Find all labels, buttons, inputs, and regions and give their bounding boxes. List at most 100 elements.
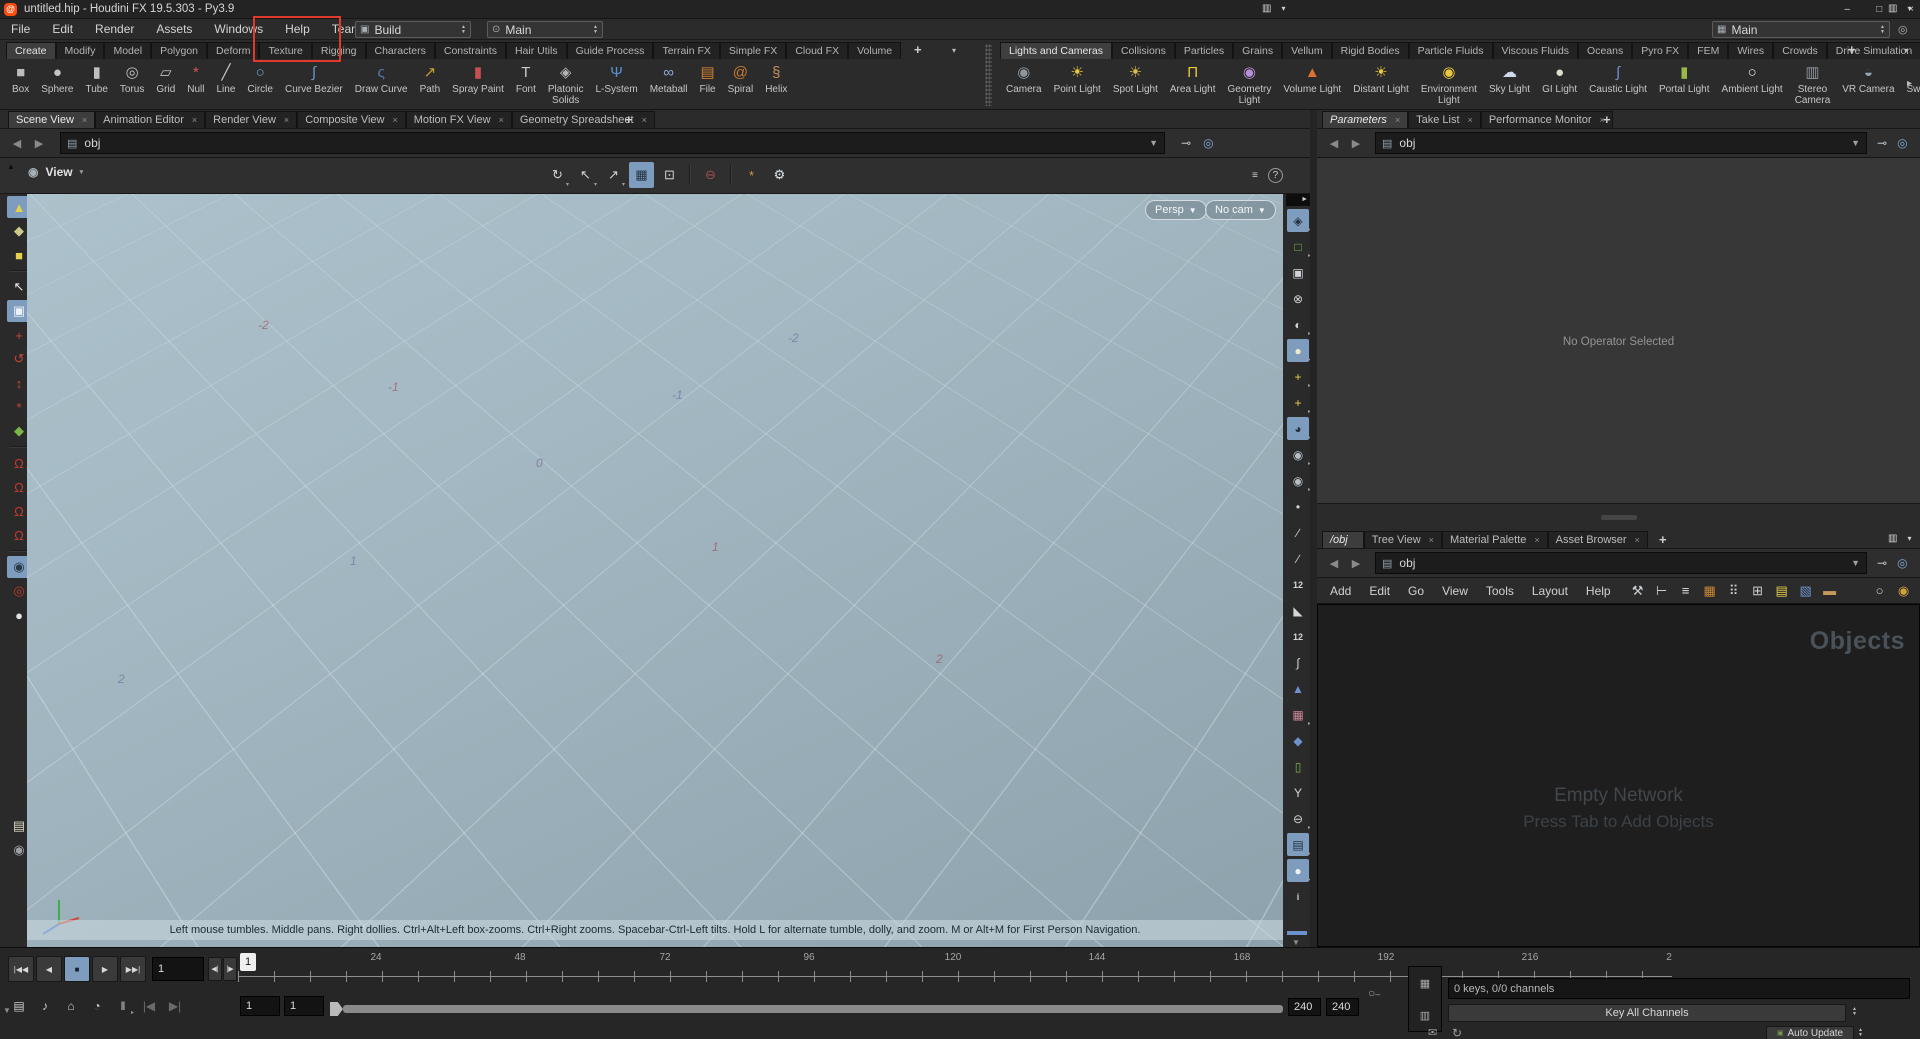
path-forward-icon[interactable]: ▶ — [1345, 137, 1367, 150]
tool-metaball[interactable]: ∞ Metaball — [644, 62, 694, 95]
point-numbers-icon[interactable]: 12 — [1287, 573, 1309, 596]
divider[interactable] — [9, 446, 29, 448]
close-tab-icon[interactable]: × — [284, 112, 289, 128]
tool-torus[interactable]: ◎ Torus — [114, 62, 150, 95]
shelf-tab[interactable]: Crowds — [1773, 42, 1827, 59]
tool-font[interactable]: T Font — [510, 62, 542, 95]
tool-spot-light[interactable]: ☀ Spot Light — [1107, 62, 1164, 95]
close-tab-icon[interactable]: × — [642, 112, 647, 128]
point-normals-icon[interactable]: ∕ — [1287, 547, 1309, 570]
tool-tube[interactable]: ▮ Tube — [79, 62, 113, 95]
shelf-tab[interactable]: Model — [104, 42, 152, 59]
spinner-icon[interactable]: ▲ ▼ — [1852, 1007, 1857, 1017]
network-menu-item[interactable]: View — [1433, 578, 1477, 604]
menu-item[interactable]: File — [0, 19, 41, 39]
network-find-icon[interactable]: ○ — [1870, 581, 1890, 601]
playback-range-slider[interactable] — [330, 1001, 1283, 1017]
close-tab-icon[interactable]: × — [499, 112, 504, 128]
group-list-icon[interactable]: ▯ — [1287, 755, 1309, 778]
close-tab-icon[interactable]: × — [82, 112, 87, 128]
network-bundle-icon[interactable]: ▬ — [1820, 581, 1840, 601]
tool-line[interactable]: ╱ Line — [211, 62, 242, 95]
audio-options-icon[interactable]: ♪ — [34, 996, 56, 1016]
path-dropdown-icon[interactable]: ▼ — [1851, 138, 1860, 148]
tool-environment-light[interactable]: ◉ Environment Light — [1415, 62, 1483, 106]
network-menu-item[interactable]: Go — [1399, 578, 1433, 604]
tool-null[interactable]: * Null — [181, 62, 210, 95]
divider[interactable] — [9, 550, 29, 552]
pane-maximize-icon[interactable]: ▥ — [1888, 533, 1897, 544]
show-guides-eye-icon[interactable]: ◉ — [1287, 443, 1311, 468]
maximize-button[interactable]: □ — [1876, 4, 1882, 15]
shelf-tab[interactable]: Simple FX — [719, 42, 787, 59]
tool-stereo-camera[interactable]: ▥ Stereo Camera — [1789, 62, 1837, 106]
spinner-icon[interactable]: ▲ ▼ — [593, 24, 598, 35]
shelf-overflow-arrow-icon[interactable]: ▸ — [1907, 78, 1912, 89]
jump-end-button[interactable]: ▶▶| — [120, 956, 146, 982]
pane-maximize-icon[interactable]: ▥ — [1888, 3, 1897, 14]
playbar-options-icon[interactable]: ▤ — [8, 996, 30, 1016]
close-tab-icon[interactable]: × — [1635, 532, 1640, 548]
build-shelf-selector[interactable]: ▣ Build ▲ ▼ — [355, 21, 471, 38]
tool-spray-paint[interactable]: ▮ Spray Paint — [446, 62, 510, 95]
path-field[interactable]: ▤ obj ▼ — [1375, 132, 1867, 154]
next-key-icon[interactable]: ▶| — [164, 996, 186, 1016]
close-tab-icon[interactable]: × — [1468, 112, 1473, 128]
tool-gi-light[interactable]: ● GI Light — [1536, 62, 1583, 95]
stow-up-icon[interactable]: ▲ — [7, 162, 15, 171]
snapshot-compare-icon[interactable]: ▤ — [1287, 833, 1311, 857]
pane-tab[interactable]: Scene View × — [8, 111, 96, 128]
spinner-icon[interactable]: ▲ ▼ — [1880, 24, 1885, 35]
range-handle[interactable] — [330, 1002, 343, 1016]
divider[interactable] — [9, 270, 29, 272]
shelf-tab[interactable]: Characters — [365, 42, 435, 59]
current-frame-marker[interactable]: 1 — [240, 953, 256, 971]
network-palette-icon[interactable]: ▦ — [1700, 581, 1720, 601]
network-tools-icon[interactable]: ⚒ — [1628, 581, 1648, 601]
lighting-off-icon[interactable]: ⊗ — [1287, 287, 1309, 310]
tool-area-light[interactable]: Π Area Light — [1164, 62, 1222, 95]
shelf-tab[interactable]: Lights and Cameras — [1000, 42, 1112, 59]
network-note-icon[interactable]: ▤ — [1772, 581, 1792, 601]
shelf-tab-menu-icon[interactable]: ▾ — [1904, 46, 1908, 55]
tool-grid[interactable]: ▱ Grid — [150, 62, 181, 95]
tool-sphere[interactable]: ● Sphere — [35, 62, 79, 95]
path-field[interactable]: ▤ obj ▼ — [1375, 552, 1867, 574]
pane-tab[interactable]: Motion FX View × — [405, 111, 512, 128]
network-eye-icon[interactable]: ◉ — [1894, 581, 1914, 601]
shelf-tab[interactable]: Constraints — [434, 42, 506, 59]
tool-sky-light[interactable]: ☁ Sky Light — [1483, 62, 1536, 95]
tool-vr-camera[interactable]: ◒ VR Camera — [1836, 62, 1900, 95]
shelf-divider[interactable] — [985, 44, 992, 106]
shelf-tab-menu-icon[interactable]: ▾ — [952, 46, 956, 55]
channel-scope-icon[interactable]: ▥ — [1420, 1009, 1430, 1022]
shelf-tab[interactable]: Viscous Fluids — [1492, 42, 1579, 59]
divider[interactable] — [689, 165, 691, 185]
scene-shelf-selector[interactable]: ⊙ Main ▲ ▼ — [487, 21, 603, 38]
key-all-channels-button[interactable]: Key All Channels — [1448, 1004, 1846, 1022]
pane-link-icon[interactable]: ≡ — [1252, 170, 1258, 181]
headlight-icon[interactable]: ◐ — [1287, 313, 1311, 338]
network-menu-item[interactable]: Edit — [1360, 578, 1399, 604]
tool-point-light[interactable]: ☀ Point Light — [1048, 62, 1107, 95]
tool-draw-curve[interactable]: ς Draw Curve — [349, 62, 414, 95]
step-forward-button[interactable]: |▶ — [223, 957, 237, 981]
view-menu-caret-icon[interactable]: ▾ — [80, 168, 84, 176]
pane-menu-icon[interactable]: ▾ — [1907, 534, 1911, 543]
menu-item[interactable]: Render — [84, 19, 145, 39]
select-mode-icon[interactable]: ↖ ▾ — [573, 162, 598, 188]
shelf-tab[interactable]: Deform — [207, 42, 260, 59]
add-pane-tab-button[interactable]: + — [1652, 532, 1674, 547]
view-mode-icon[interactable]: ↻ ▾ — [545, 162, 570, 188]
add-shelf-tab-button[interactable]: + — [1840, 42, 1864, 57]
range-end-field[interactable]: 240 — [1288, 998, 1321, 1016]
tool-platonic-solids[interactable]: ◈ Platonic Solids — [542, 62, 590, 106]
pane-tab[interactable]: Material Palette × — [1441, 531, 1548, 548]
pane-tab[interactable]: Asset Browser × — [1547, 531, 1648, 548]
add-pane-tab-button[interactable]: + — [618, 112, 640, 127]
shelf-tab[interactable]: Particle Fluids — [1408, 42, 1493, 59]
tool-portal-light[interactable]: ▮ Portal Light — [1653, 62, 1716, 95]
tool-distant-light[interactable]: ☀ Distant Light — [1347, 62, 1415, 95]
pin-icon[interactable]: ⊸ — [1181, 136, 1191, 150]
network-image-icon[interactable]: ▧ — [1796, 581, 1816, 601]
